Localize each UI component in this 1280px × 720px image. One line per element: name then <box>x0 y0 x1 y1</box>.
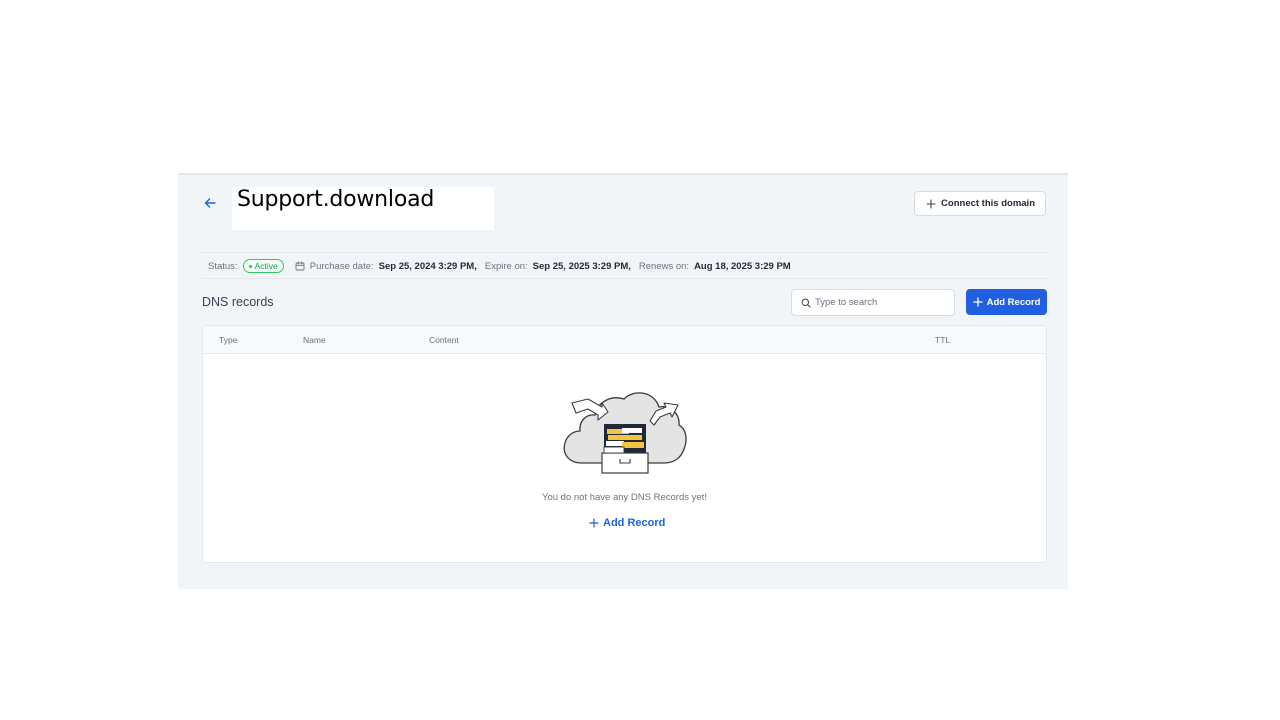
connect-domain-button[interactable]: Connect this domain <box>914 191 1046 216</box>
empty-add-record-label: Add Record <box>603 517 666 529</box>
dns-records-title: DNS records <box>202 295 274 309</box>
table-header: Type Name Content TTL <box>203 326 1046 354</box>
dns-records-table: Type Name Content TTL You do not have an… <box>202 325 1047 563</box>
status-badge-text: Active <box>254 261 278 271</box>
expire-label: Expire on: <box>484 260 528 272</box>
status-label: Status: <box>208 260 238 272</box>
search-icon <box>801 298 811 307</box>
renews-label: Renews on: <box>638 260 690 272</box>
add-record-label: Add Record <box>986 296 1041 308</box>
empty-add-record-link[interactable]: Add Record <box>589 517 665 529</box>
plus-icon <box>972 297 983 307</box>
add-record-button[interactable]: Add Record <box>966 289 1047 315</box>
status-dot-icon <box>248 264 252 268</box>
column-header-name: Name <box>303 335 326 345</box>
expire-value: Sep 25, 2025 3:29 PM, <box>532 260 631 272</box>
search-input[interactable] <box>815 297 945 308</box>
column-header-content: Content <box>429 335 459 345</box>
page-title: Support.download <box>237 187 435 212</box>
purchase-date-value: Sep 25, 2024 3:29 PM, <box>378 260 477 272</box>
domain-panel: Support.download Connect this domain Sta… <box>178 173 1068 589</box>
plus-icon <box>589 518 599 528</box>
renews-value: Aug 18, 2025 3:29 PM <box>694 260 791 272</box>
arrow-left-icon <box>204 198 216 208</box>
cloud-file-cabinet-icon <box>562 387 688 482</box>
divider <box>202 252 1048 253</box>
domain-status-row: Status: Active Purchase date: Sep 25, 20… <box>208 258 1048 274</box>
column-header-ttl: TTL <box>935 335 951 345</box>
domain-title-box: Support.download <box>232 187 494 230</box>
purchase-date-label: Purchase date: <box>309 260 374 272</box>
divider <box>202 278 1048 279</box>
plus-icon <box>926 198 936 209</box>
back-button[interactable] <box>202 195 218 211</box>
calendar-icon <box>295 261 305 271</box>
search-box[interactable] <box>791 289 955 316</box>
empty-state-message: You do not have any DNS Records yet! <box>542 492 707 503</box>
status-badge: Active <box>242 259 284 273</box>
column-header-type: Type <box>219 335 238 345</box>
connect-domain-label: Connect this domain <box>941 198 1035 209</box>
